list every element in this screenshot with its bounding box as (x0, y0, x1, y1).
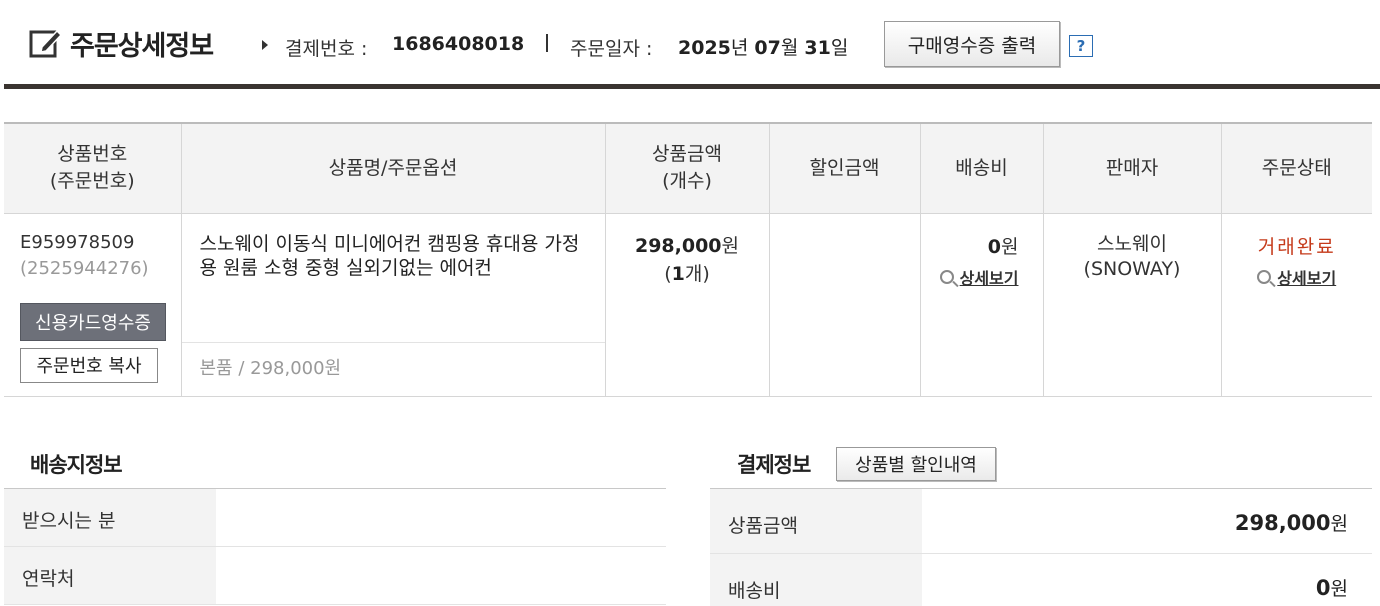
shipping-fee: 0 (987, 235, 1002, 258)
page-header: 주문상세정보 결제번호 : 1686408018 주문일자 : 2025년 07… (0, 0, 1380, 90)
product-code: E959978509 (20, 231, 135, 253)
cell-price: 298,000원 (1개) (604, 213, 770, 397)
shipping-detail-link[interactable]: 상세보기 (939, 265, 1019, 289)
payment-info-table: 상품금액 298,000원 배송비 0원 (710, 488, 1372, 606)
bullet-arrow-icon (262, 40, 268, 50)
contact-label: 연락처 (4, 547, 216, 604)
cell-status: 거래완료 상세보기 (1220, 213, 1372, 397)
help-icon[interactable]: ? (1069, 35, 1093, 57)
page-title: 주문상세정보 (70, 31, 214, 62)
recipient-label: 받으시는 분 (4, 489, 216, 546)
seller-name: 스노웨이 (1097, 232, 1167, 255)
order-date: 2025년 07월 31일 (678, 37, 849, 59)
table-row: E959978509 (2525944276) 신용카드영수증 주문번호 복사 … (4, 213, 1372, 397)
table-row: 상품금액 298,000원 (710, 489, 1372, 554)
col-product-number: 상품번호 (주문번호) (4, 122, 182, 214)
product-amount-label: 상품금액 (710, 489, 922, 553)
order-table: 상품번호 (주문번호) 상품명/주문옵션 상품금액 (개수) 할인금액 배송비 판매… (4, 122, 1372, 397)
copy-order-number-button[interactable]: 주문번호 복사 (20, 347, 158, 383)
col-product-name: 상품명/주문옵션 (180, 122, 606, 214)
divider (546, 34, 548, 52)
payment-info-title: 결제정보 (737, 453, 811, 477)
order-status: 거래완료 (1257, 235, 1336, 258)
recipient-value (216, 489, 666, 546)
payment-number: 1686408018 (392, 33, 525, 55)
header-rule (4, 84, 1380, 89)
magnifier-icon (1257, 269, 1272, 284)
discount-detail-button[interactable]: 상품별 할인내역 (836, 447, 996, 481)
status-detail-link[interactable]: 상세보기 (1257, 265, 1336, 289)
magnifier-icon (939, 269, 954, 284)
product-price: 298,000 (634, 234, 722, 257)
product-option: 본품 / 298,000원 (199, 357, 342, 379)
print-receipt-button[interactable]: 구매영수증 출력 (884, 21, 1060, 67)
edit-document-icon (29, 29, 62, 58)
divider (181, 341, 605, 343)
cell-product-name: 스노웨이 이동식 미니에어컨 캠핑용 휴대용 가정용 원룸 소형 중형 실외기없… (180, 213, 606, 397)
shipping-fee-value: 0원 (1315, 576, 1348, 600)
product-quantity: (1개) (664, 262, 710, 285)
seller-name-en: (SNOWAY) (1083, 257, 1181, 280)
payment-number-label: 결제번호 : (285, 38, 368, 60)
product-amount-value: 298,000원 (1234, 511, 1348, 535)
col-price: 상품금액 (개수) (604, 122, 770, 214)
table-row: 받으시는 분 (4, 489, 666, 547)
col-seller: 판매자 (1042, 122, 1222, 214)
cell-product-number: E959978509 (2525944276) 신용카드영수증 주문번호 복사 (4, 213, 182, 397)
col-discount: 할인금액 (768, 122, 921, 214)
cell-shipping: 0원 상세보기 (919, 213, 1044, 397)
card-receipt-button[interactable]: 신용카드영수증 (20, 302, 166, 341)
cell-discount (768, 213, 921, 397)
shipping-info-title: 배송지정보 (30, 453, 123, 477)
order-date-label: 주문일자 : (570, 38, 653, 60)
cell-seller: 스노웨이 (SNOWAY) (1042, 213, 1222, 397)
contact-value (216, 547, 666, 604)
product-name-link[interactable]: 스노웨이 이동식 미니에어컨 캠핑용 휴대용 가정용 원룸 소형 중형 실외기없… (200, 232, 585, 280)
col-shipping: 배송비 (919, 122, 1044, 214)
shipping-fee-label: 배송비 (710, 554, 922, 606)
shipping-info-table: 받으시는 분 연락처 (4, 488, 666, 605)
table-row: 배송비 0원 (710, 554, 1372, 606)
table-row: 연락처 (4, 547, 666, 605)
col-status: 주문상태 (1220, 122, 1372, 214)
order-code: (2525944276) (20, 257, 149, 279)
